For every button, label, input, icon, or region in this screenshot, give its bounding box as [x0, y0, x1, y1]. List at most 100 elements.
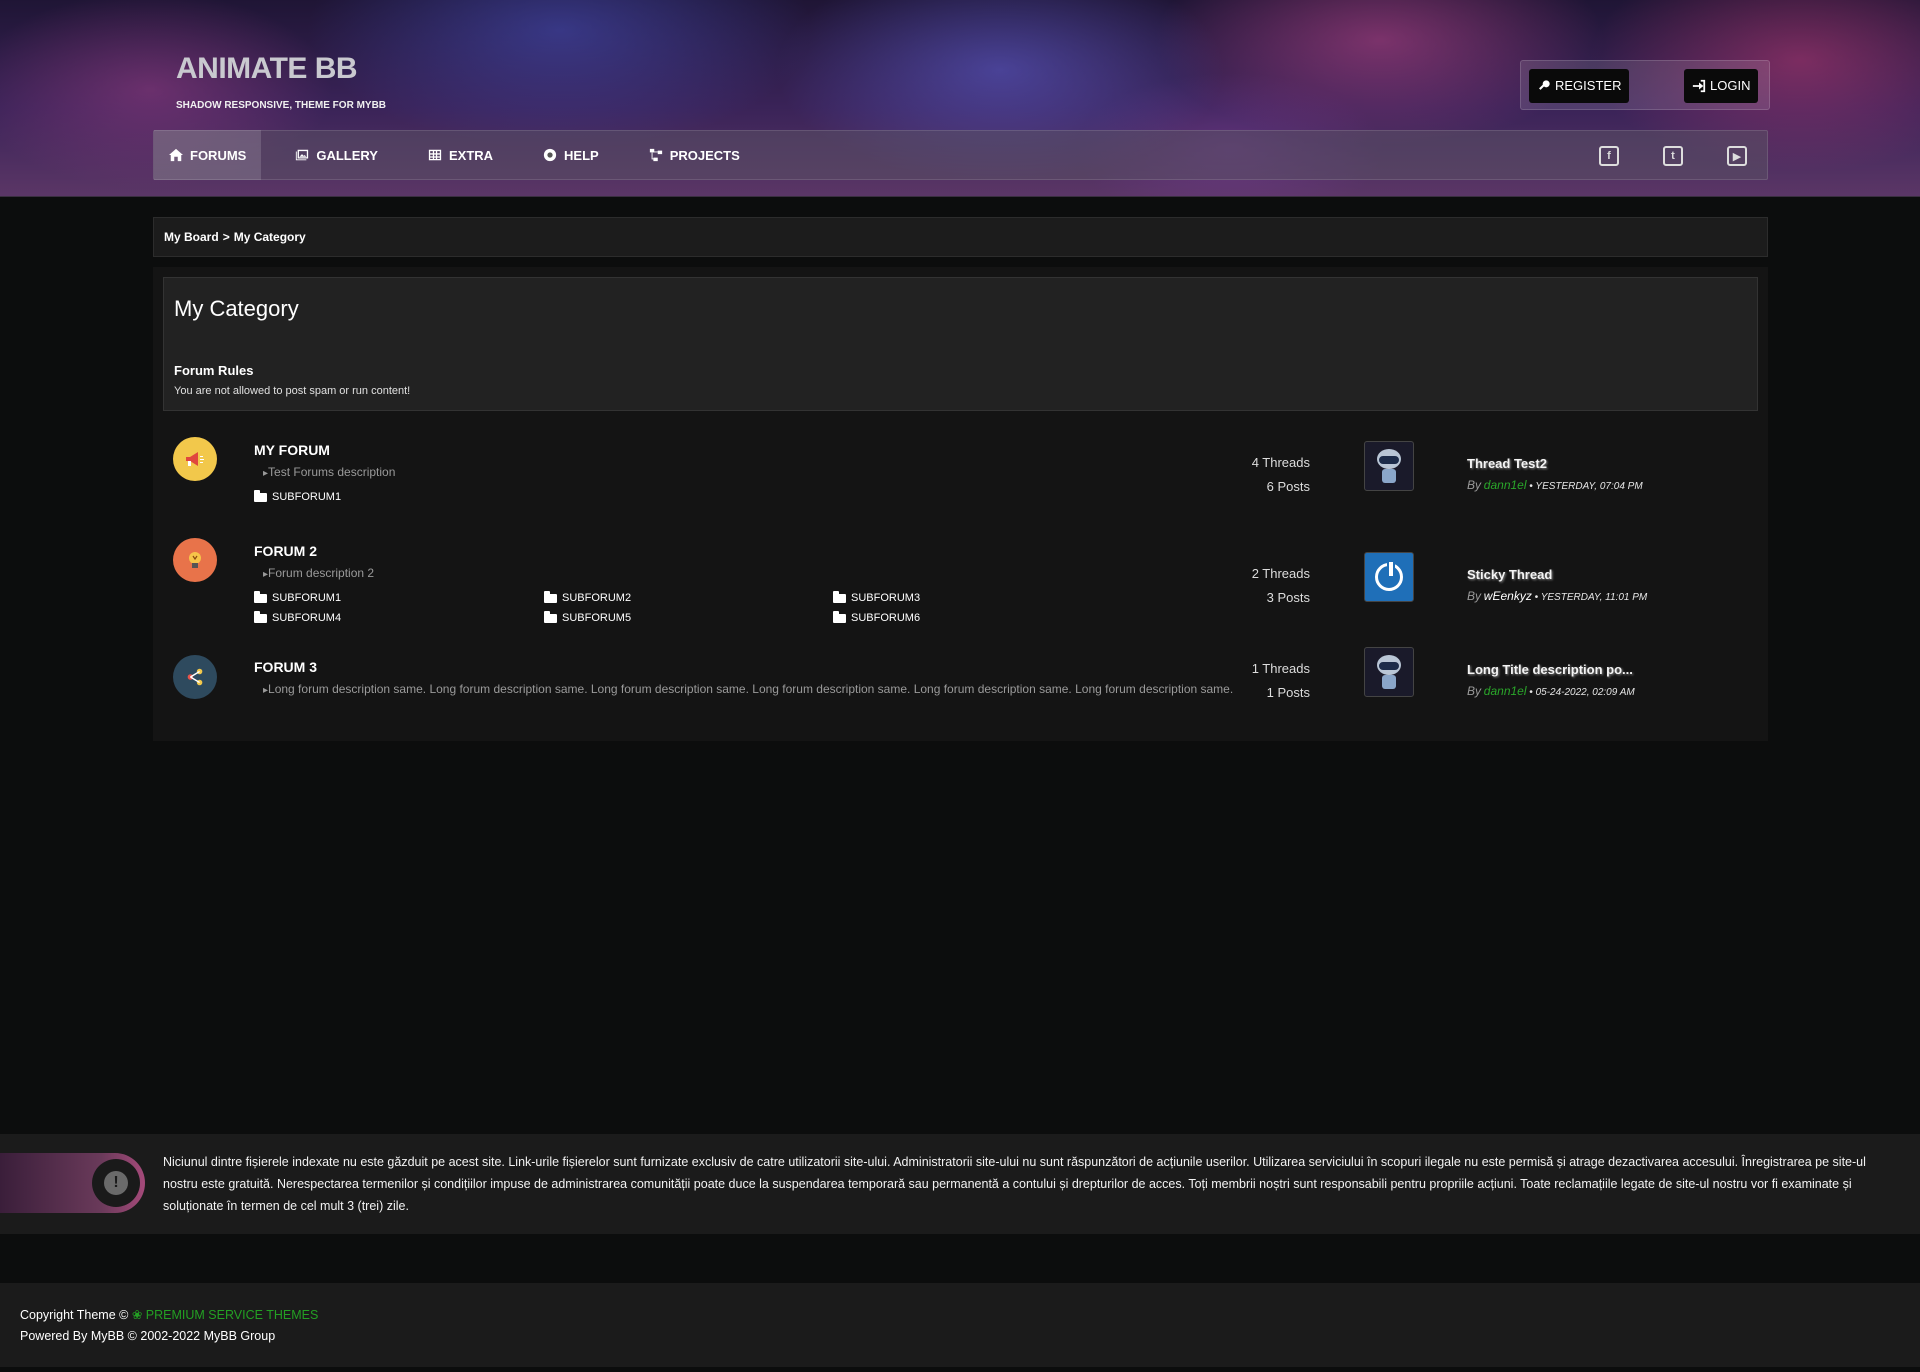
subforum-link[interactable]: SUBFORUM5: [544, 610, 632, 624]
megaphone-icon: [173, 437, 217, 481]
facebook-icon[interactable]: f: [1599, 146, 1619, 166]
subforum-link[interactable]: SUBFORUM1: [254, 590, 342, 604]
last-post-meta: By wEenkyz • YESTERDAY, 11:01 PM: [1467, 589, 1647, 603]
folder-icon: [254, 610, 267, 623]
last-post-user[interactable]: wEenkyz: [1484, 589, 1532, 603]
last-post-by: By: [1467, 589, 1482, 603]
last-post-title[interactable]: Sticky Thread: [1467, 567, 1552, 582]
subforum-label: SUBFORUM5: [562, 612, 632, 624]
post-count: 3 Posts: [1266, 590, 1310, 605]
robot-avatar-icon: [1374, 447, 1404, 485]
key-icon: [1539, 80, 1550, 90]
forum-description: Test Forums description: [263, 465, 395, 479]
nav-forums[interactable]: FORUMS: [154, 130, 262, 180]
breadcrumb-separator: >: [222, 230, 230, 244]
forum-title-link[interactable]: FORUM 3: [254, 659, 317, 675]
subforum-label: SUBFORUM6: [851, 612, 921, 624]
nav-help[interactable]: HELP: [529, 130, 613, 180]
last-post-date: • YESTERDAY, 11:01 PM: [1534, 592, 1648, 603]
disclaimer-badge: !: [92, 1159, 140, 1207]
folder-icon: [254, 489, 267, 502]
thread-count: 2 Threads: [1251, 566, 1310, 581]
youtube-icon[interactable]: ▶: [1727, 146, 1747, 166]
forum-rules-title: Forum Rules: [174, 363, 254, 378]
subforum-link[interactable]: SUBFORUM4: [254, 610, 342, 624]
nav-projects-label: PROJECTS: [669, 147, 740, 163]
folder-icon: [544, 590, 557, 603]
social-links: f t ▶: [1599, 131, 1747, 181]
theme-brand-link[interactable]: PREMIUM SERVICE THEMES: [146, 1308, 319, 1322]
grid-icon: [428, 149, 442, 161]
last-post-by: By: [1467, 478, 1482, 492]
footer: Copyright Theme © ❀ PREMIUM SERVICE THEM…: [0, 1283, 1920, 1367]
category-panel: My Category Forum Rules You are not allo…: [153, 267, 1768, 741]
forum-description: Forum description 2: [263, 566, 374, 580]
nav-gallery-label: GALLERY: [316, 147, 378, 163]
last-post-date: • 05-24-2022, 02:09 AM: [1529, 687, 1635, 698]
logo-subtitle: SHADOW RESPONSIVE, THEME FOR MYBB: [176, 100, 387, 111]
forum-title-link[interactable]: FORUM 2: [254, 543, 317, 559]
last-post-user[interactable]: dann1el: [1484, 478, 1527, 492]
footer-copyright: Copyright Theme © ❀ PREMIUM SERVICE THEM…: [20, 1307, 318, 1322]
last-post-title[interactable]: Long Title description po...: [1467, 662, 1633, 677]
logo-title[interactable]: ANIMATE BB: [176, 52, 358, 86]
twitter-icon[interactable]: t: [1663, 146, 1683, 166]
home-icon: [169, 148, 183, 162]
forum-title-link[interactable]: MY FORUM: [254, 442, 330, 458]
sitemap-icon: [649, 148, 662, 162]
last-post-by: By: [1467, 684, 1482, 698]
category-header: My Category Forum Rules You are not allo…: [163, 277, 1758, 411]
subforum-label: SUBFORUM1: [272, 592, 342, 604]
folder-icon: [544, 610, 557, 623]
avatar[interactable]: [1364, 441, 1414, 491]
forum-row: MY FORUM Test Forums description SUBFORU…: [153, 437, 1768, 537]
post-count: 6 Posts: [1266, 479, 1310, 494]
nav-extra[interactable]: EXTRA: [414, 130, 507, 180]
last-post-meta: By dann1el • 05-24-2022, 02:09 AM: [1467, 684, 1635, 698]
avatar[interactable]: [1364, 647, 1414, 697]
nav-extra-label: EXTRA: [448, 147, 494, 163]
auth-box: REGISTER LOGIN: [1520, 60, 1770, 110]
breadcrumb-current[interactable]: My Category: [234, 230, 306, 244]
forum-row: FORUM 2 Forum description 2 SUBFORUM1 SU…: [153, 538, 1768, 638]
register-button[interactable]: REGISTER: [1529, 69, 1630, 103]
forum-row: FORUM 3 Long forum description same. Lon…: [153, 647, 1768, 735]
main-nav: FORUMS GALLERY EXTRA HELP PROJECTS f t ▶: [153, 130, 1768, 180]
post-count: 1 Posts: [1266, 685, 1310, 700]
thread-count: 4 Threads: [1251, 455, 1310, 470]
folder-icon: [833, 590, 846, 603]
thread-count: 1 Threads: [1251, 661, 1310, 676]
sign-in-icon: [1692, 79, 1706, 93]
folder-icon: [833, 610, 846, 623]
share-icon: [173, 655, 217, 699]
subforum-label: SUBFORUM4: [272, 612, 342, 624]
last-post-title[interactable]: Thread Test2: [1467, 456, 1547, 471]
header-banner: ANIMATE BB SHADOW RESPONSIVE, THEME FOR …: [0, 0, 1920, 197]
last-post-meta: By dann1el • YESTERDAY, 07:04 PM: [1467, 478, 1643, 492]
nav-forums-label: FORUMS: [190, 147, 247, 163]
exclamation-icon: !: [104, 1171, 128, 1195]
subforum-label: SUBFORUM2: [562, 592, 632, 604]
avatar[interactable]: [1364, 552, 1414, 602]
robot-avatar-icon: [1374, 653, 1404, 691]
last-post-user[interactable]: dann1el: [1484, 684, 1527, 698]
subforum-link[interactable]: SUBFORUM1: [254, 489, 342, 503]
nav-projects[interactable]: PROJECTS: [635, 130, 754, 180]
subforum-link[interactable]: SUBFORUM3: [833, 590, 920, 604]
leaf-icon: ❀: [131, 1308, 143, 1322]
power-icon: [1375, 560, 1403, 591]
footer-powered: Powered By MyBB © 2002-2022 MyBB Group: [20, 1329, 276, 1343]
subforum-link[interactable]: SUBFORUM6: [833, 610, 921, 624]
register-label: REGISTER: [1555, 78, 1622, 93]
forum-description: Long forum description same. Long forum …: [263, 682, 1233, 696]
nav-help-label: HELP: [564, 147, 599, 163]
breadcrumb: My Board > My Category: [153, 217, 1768, 257]
subforum-link[interactable]: SUBFORUM2: [544, 590, 632, 604]
lightbulb-icon: [173, 538, 217, 582]
login-button[interactable]: LOGIN: [1684, 69, 1759, 103]
lifebuoy-icon: [543, 148, 557, 162]
breadcrumb-root[interactable]: My Board: [164, 230, 219, 244]
subforum-label: SUBFORUM1: [272, 491, 342, 503]
forum-rules-text: You are not allowed to post spam or run …: [174, 385, 411, 397]
nav-gallery[interactable]: GALLERY: [281, 130, 392, 180]
